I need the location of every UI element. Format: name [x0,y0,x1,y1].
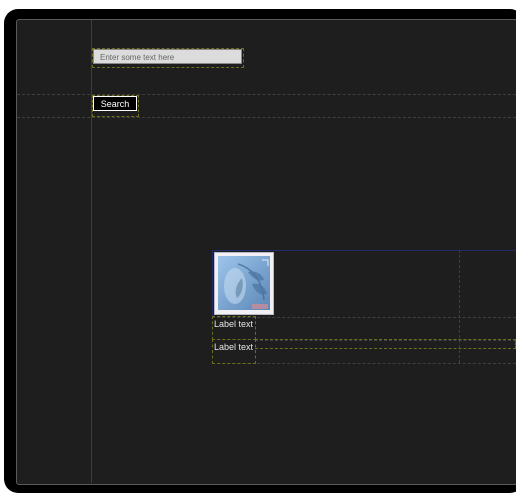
thumbnail-picture [218,256,270,310]
list-item-label: Label text [214,342,254,352]
leaf-image-icon [224,259,269,309]
image-thumbnail-icon[interactable] [214,252,274,315]
text-input[interactable] [93,49,242,64]
list-item-label: Label text [214,319,254,329]
search-button[interactable]: Search [93,96,137,111]
table-row-guide-3 [212,363,516,364]
row-guide-bottom [17,117,516,118]
table-row-guide-1 [212,317,516,318]
selection-left-border [212,250,213,318]
left-column-guide [91,20,92,483]
selection-top-border [212,250,516,251]
row-2-outline [255,339,516,349]
